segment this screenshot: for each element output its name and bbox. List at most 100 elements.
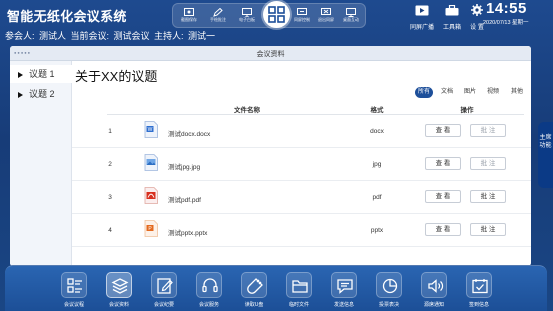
headset-icon (196, 272, 222, 298)
image-file-icon (144, 154, 158, 171)
row-number: 2 (108, 161, 112, 168)
annotate-button[interactable]: 批 注 (470, 223, 506, 236)
screenshot-label: 截图保存 (181, 17, 197, 22)
dock-label: 投票表决 (378, 302, 399, 308)
whiteboard-label: 电子白板 (239, 17, 255, 22)
clock-date: 2020/07/13 星期一 (483, 20, 529, 26)
message-icon (331, 272, 357, 298)
dock-item-service[interactable]: 会议服务 (190, 272, 228, 308)
screen-sync-icon (297, 8, 307, 15)
dock-item-usb[interactable]: 读取U盘 (235, 272, 273, 308)
broadcast-label: 同屏广播 (409, 25, 434, 31)
qr-code-icon (268, 6, 285, 23)
toolbox-icon (445, 4, 459, 16)
table-row: 4 P 测试pptx.pptx pptx 查 看 批 注 (72, 215, 531, 247)
caret-right-icon (18, 91, 23, 98)
agenda-sidebar: 议题 1 议题 2 (10, 61, 72, 266)
chair-functions-tab[interactable]: 主席功能 (538, 122, 553, 188)
clock-time: 14:55 (486, 0, 527, 17)
agenda-item-label: 议题 1 (29, 69, 55, 79)
annotate-button[interactable]: 批 注 (470, 157, 506, 170)
chair-functions-label: 主席功能 (539, 135, 552, 149)
table-row: 1 W 测试docx.docx docx 查 看 批 注 (72, 116, 531, 148)
screen-sync-label: 同屏控制 (294, 17, 310, 22)
agenda-icon (61, 272, 87, 298)
screenshot-button[interactable]: 截图保存 (177, 8, 201, 28)
dock-item-notice[interactable]: 源席通知 (415, 272, 453, 308)
dock-item-agenda[interactable]: 会议议程 (55, 272, 93, 308)
usb-icon (241, 272, 267, 298)
exit-sync-button[interactable]: 退出同屏 (314, 8, 338, 28)
caret-right-icon (18, 71, 23, 78)
annotate-button[interactable]: 批 注 (470, 190, 506, 203)
word-file-icon: W (144, 121, 158, 138)
svg-text:W: W (148, 127, 153, 133)
agenda-item-1[interactable]: 议题 1 (10, 65, 72, 83)
dock-label: 发送信息 (333, 302, 354, 308)
pen-icon (213, 8, 223, 17)
table-row: 3 测试pdf.pdf pdf 查 看 批 注 (72, 182, 531, 214)
desktop-button[interactable]: 桌面互动 (339, 8, 363, 28)
whiteboard-icon (242, 8, 252, 17)
filter-other[interactable]: 其他 (508, 87, 526, 98)
column-format: 格式 (370, 107, 384, 114)
screenshot-icon (184, 8, 194, 16)
view-button[interactable]: 查 看 (425, 124, 461, 137)
screen-sync-button[interactable]: 同屏控制 (290, 8, 314, 28)
agenda-item-2[interactable]: 议题 2 (10, 85, 72, 103)
vote-icon (376, 272, 402, 298)
exit-sync-icon (321, 8, 331, 15)
dock-label: 会议纪要 (153, 302, 174, 308)
file-format: jpg (372, 161, 382, 168)
agenda-item-label: 议题 2 (29, 89, 55, 99)
bottom-dock: 会议议程 会议资料 会议纪要 会议服务 读取U盘 临时文件 发送信息 投票表决 … (5, 265, 547, 311)
qr-code-button[interactable] (263, 1, 290, 28)
filter-videos[interactable]: 视频 (485, 87, 501, 98)
row-number: 4 (108, 227, 112, 234)
filter-all[interactable]: 所有 (415, 87, 433, 98)
documents-icon (106, 272, 132, 298)
header-divider (107, 114, 524, 115)
document-list: 关于XX的议题 所有 文档 图片 视频 其他 文件名称 格式 操作 1 W 测试… (72, 61, 531, 266)
column-file-name: 文件名称 (234, 107, 260, 114)
view-button[interactable]: 查 看 (425, 190, 461, 203)
dock-label: 源席通知 (423, 302, 444, 308)
dock-label: 签到信息 (468, 302, 489, 308)
dock-item-documents[interactable]: 会议资料 (100, 272, 138, 308)
dock-label: 临时文件 (288, 302, 309, 308)
panel-title: 会议资料 (256, 51, 285, 58)
app-title: 智能无纸化会议系统 (7, 9, 127, 24)
filter-documents[interactable]: 文档 (439, 87, 455, 98)
file-name: 测试pptx.pptx (168, 230, 208, 237)
view-button[interactable]: 查 看 (425, 157, 461, 170)
pen-label: 手绘批注 (210, 17, 226, 22)
dock-label: 会议服务 (198, 302, 219, 308)
dock-item-signin[interactable]: 签到信息 (460, 272, 498, 308)
dock-item-minutes[interactable]: 会议纪要 (145, 272, 183, 308)
row-number: 1 (108, 128, 112, 135)
file-type-filters: 所有 文档 图片 视频 其他 (413, 87, 531, 99)
folder-icon (286, 272, 312, 298)
exit-sync-label: 退出同屏 (318, 17, 334, 22)
documents-panel: ●●●●● 会议资料 议题 1 议题 2 关于XX的议题 所有 文档 图片 视频… (10, 46, 531, 266)
panel-header: ●●●●● 会议资料 (10, 46, 531, 61)
desktop-icon (346, 8, 356, 17)
file-format: pptx (370, 227, 384, 234)
dock-item-temp-files[interactable]: 临时文件 (280, 272, 318, 308)
file-format: docx (370, 128, 384, 135)
view-button[interactable]: 查 看 (425, 223, 461, 236)
ppt-file-icon: P (144, 220, 158, 237)
pen-button[interactable]: 手绘批注 (206, 8, 230, 28)
signin-icon (466, 272, 492, 298)
dock-item-message[interactable]: 发送信息 (325, 272, 363, 308)
dock-item-vote[interactable]: 投票表决 (370, 272, 408, 308)
meeting-info: 参会人: 测试人 当前会议: 测试会议 主持人: 测试一 (5, 31, 216, 41)
notice-icon (421, 272, 447, 298)
dock-label: 读取U盘 (244, 302, 264, 308)
broadcast-button[interactable]: 同屏广播 (407, 3, 437, 31)
annotate-button[interactable]: 批 注 (470, 124, 506, 137)
whiteboard-button[interactable]: 电子白板 (235, 8, 259, 28)
desktop-label: 桌面互动 (343, 17, 359, 22)
table-row: 2 测试jpg.jpg jpg 查 看 批 注 (72, 149, 531, 181)
filter-images[interactable]: 图片 (462, 87, 478, 98)
